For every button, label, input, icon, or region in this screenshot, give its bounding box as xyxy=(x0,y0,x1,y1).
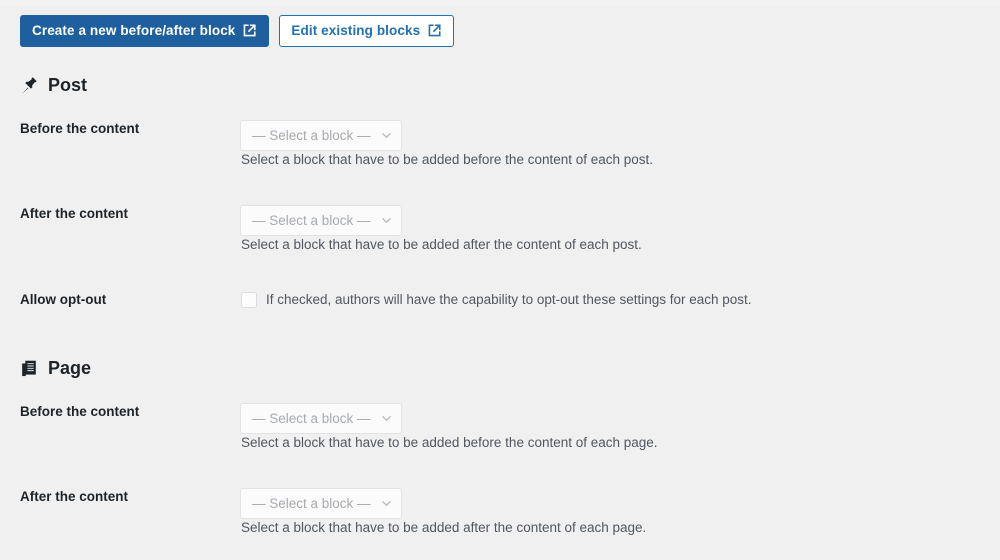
select-page-before-content-value: — Select a block — xyxy=(252,411,371,426)
page-top-strip xyxy=(0,0,1000,6)
label-page-before-content: Before the content xyxy=(20,404,140,419)
select-page-before-content[interactable]: — Select a block — xyxy=(240,403,402,434)
section-heading-page: Page xyxy=(19,358,91,379)
select-post-after-content-value: — Select a block — xyxy=(252,213,371,228)
field-page-before-content: — Select a block — xyxy=(240,403,402,434)
field-post-allow-opt-out: If checked, authors will have the capabi… xyxy=(241,291,752,310)
chevron-down-icon xyxy=(380,129,393,142)
section-title-page: Page xyxy=(48,358,92,379)
checkbox-allow-opt-out[interactable] xyxy=(241,292,257,309)
edit-existing-blocks-button-label: Edit existing blocks xyxy=(291,23,421,39)
description-post-before-content: Select a block that have to be added bef… xyxy=(241,152,654,167)
pushpin-icon xyxy=(19,75,40,96)
select-page-after-content[interactable]: — Select a block — xyxy=(240,488,402,519)
external-link-icon xyxy=(242,23,257,38)
description-page-after-content: Select a block that have to be added aft… xyxy=(241,520,647,535)
select-page-after-content-value: — Select a block — xyxy=(252,496,371,511)
description-post-after-content: Select a block that have to be added aft… xyxy=(241,237,642,252)
select-post-after-content[interactable]: — Select a block — xyxy=(240,205,402,236)
label-post-allow-opt-out: Allow opt-out xyxy=(20,292,107,307)
select-post-before-content-value: — Select a block — xyxy=(252,128,371,143)
checkbox-row-allow-opt-out[interactable]: If checked, authors will have the capabi… xyxy=(241,291,752,310)
action-button-bar: Create a new before/after block Edit exi… xyxy=(20,15,455,47)
label-post-before-content: Before the content xyxy=(20,121,140,136)
chevron-down-icon xyxy=(380,497,393,510)
select-post-before-content[interactable]: — Select a block — xyxy=(240,120,402,151)
field-post-before-content: — Select a block — xyxy=(240,120,402,151)
field-post-after-content: — Select a block — xyxy=(240,205,402,236)
label-page-after-content: After the content xyxy=(20,489,128,504)
external-link-icon xyxy=(427,23,442,38)
create-new-block-button-label: Create a new before/after block xyxy=(32,23,236,39)
description-page-before-content: Select a block that have to be added bef… xyxy=(241,435,658,450)
pages-icon xyxy=(19,358,40,379)
description-post-allow-opt-out: If checked, authors will have the capabi… xyxy=(266,292,752,307)
field-page-after-content: — Select a block — xyxy=(240,488,402,519)
create-new-block-button[interactable]: Create a new before/after block xyxy=(20,15,270,47)
section-title-post: Post xyxy=(48,75,88,96)
chevron-down-icon xyxy=(380,214,393,227)
section-heading-post: Post xyxy=(19,75,87,96)
label-post-after-content: After the content xyxy=(20,206,128,221)
edit-existing-blocks-button[interactable]: Edit existing blocks xyxy=(279,15,455,47)
chevron-down-icon xyxy=(380,412,393,425)
